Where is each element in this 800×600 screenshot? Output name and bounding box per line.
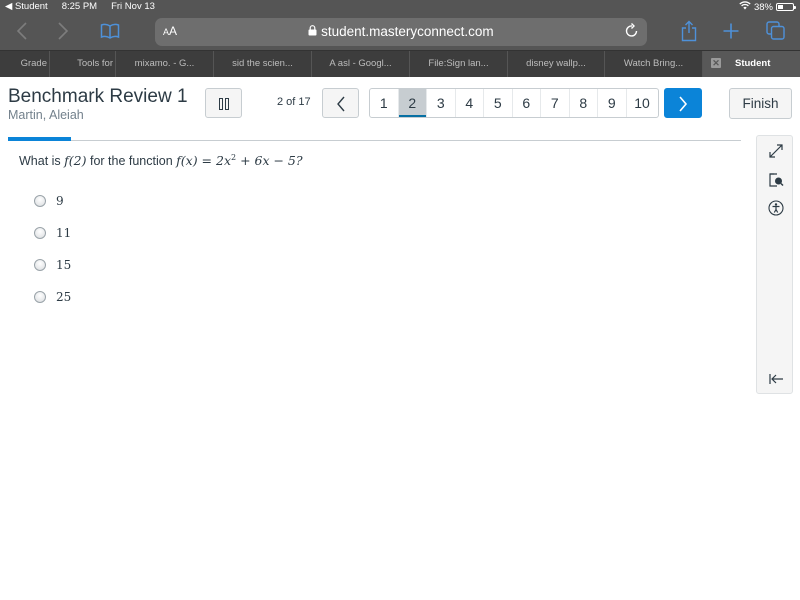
pause-button[interactable] [205,88,242,118]
reload-button[interactable] [625,22,639,42]
browser-tab[interactable]: Tools for [50,51,116,77]
page-button-8[interactable]: 8 [570,89,598,117]
forward-button[interactable] [53,21,73,43]
back-to-app-link[interactable]: ◀ Student [5,1,48,12]
question-counter: 2 of 17 [277,96,311,108]
browser-tab-active[interactable]: ✕ Student [703,51,800,77]
page-button-2-current[interactable]: 2 [398,89,427,117]
url-text: student.masteryconnect.com [321,24,494,39]
page-button-3[interactable]: 3 [427,89,456,117]
assessment-title: Benchmark Review 1 [8,86,188,107]
page-button-5[interactable]: 5 [484,89,513,117]
page-button-6[interactable]: 6 [513,89,541,117]
chevron-left-icon [16,22,27,40]
page-button-9[interactable]: 9 [598,89,627,117]
choice-label: 11 [56,226,72,240]
finish-button[interactable]: Finish [729,88,792,119]
next-question-button[interactable] [664,88,702,118]
browser-tab-bar: Grade Tools for mixamo. - G... sid the s… [0,50,800,77]
page-button-1[interactable]: 1 [370,89,399,117]
pause-icon [218,98,223,110]
share-button[interactable] [681,20,697,47]
page-button-10[interactable]: 10 [627,89,658,117]
choice-label: 9 [56,194,64,208]
accessibility-icon [767,200,784,216]
answer-choice[interactable]: 11 [34,226,71,240]
ios-status-bar: ◀ Student 8:25 PM Fri Nov 13 38% [0,0,800,14]
browser-tab[interactable]: mixamo. - G... [116,51,214,77]
question-pagination: 1 2 3 4 5 6 7 8 9 10 [369,88,659,118]
browser-tab[interactable]: Grade [0,51,50,77]
browser-tab[interactable]: File:Sign lan... [410,51,508,77]
expand-icon [768,144,783,158]
progress-fill [8,137,71,141]
plus-icon [723,23,739,39]
reload-icon [625,23,638,37]
tools-panel [756,135,793,394]
address-bar[interactable]: AA student.masteryconnect.com [155,18,647,46]
browser-tab-label: Student [735,58,771,69]
status-date: Fri Nov 13 [111,1,155,12]
answer-choice[interactable]: 9 [34,194,64,208]
progress-track [8,140,741,141]
page-button-4[interactable]: 4 [456,89,484,117]
lock-icon [308,24,321,39]
back-button[interactable] [12,21,32,43]
battery-icon [776,3,796,11]
tabs-icon [766,21,785,40]
bookmarks-button[interactable] [100,23,120,44]
math-function: f(x) = 2x2 + 6x − 5? [176,153,303,169]
chevron-right-icon [679,96,688,112]
book-icon [100,23,120,39]
accessibility-button[interactable] [757,200,794,220]
collapse-panel-button[interactable] [757,372,794,390]
radio-button[interactable] [34,227,46,239]
magnifier-icon [768,173,784,187]
browser-toolbar: AA student.masteryconnect.com [0,14,800,50]
student-name: Martin, Aleiah [8,108,84,122]
wifi-icon [739,1,751,13]
status-time: 8:25 PM [61,1,98,12]
radio-button[interactable] [34,259,46,271]
collapse-panel-icon [768,374,783,384]
chevron-right-icon [58,22,69,40]
radio-button[interactable] [34,195,46,207]
browser-tab[interactable]: sid the scien... [214,51,312,77]
choice-label: 15 [56,258,72,272]
battery-percent: 38% [753,1,773,13]
previous-question-button[interactable] [322,88,359,118]
question-text: What is f(2) for the function f(x) = 2x2… [19,153,303,169]
radio-button[interactable] [34,291,46,303]
answer-choice[interactable]: 25 [34,290,71,304]
browser-tab[interactable]: A asl - Googl... [312,51,410,77]
share-icon [681,20,697,42]
new-tab-button[interactable] [723,23,739,44]
browser-tab[interactable]: Watch Bring... [605,51,703,77]
close-tab-icon[interactable]: ✕ [711,58,721,69]
magnifier-button[interactable] [757,172,794,192]
answer-choice[interactable]: 15 [34,258,71,272]
page-button-7[interactable]: 7 [541,89,570,117]
choice-label: 25 [56,290,72,304]
browser-tab[interactable]: disney wallp... [508,51,605,77]
math-expression: f(2) [64,153,87,169]
show-tabs-button[interactable] [766,21,785,45]
chevron-left-icon [336,96,345,112]
pause-icon-bar [224,98,229,110]
expand-button[interactable] [757,143,794,163]
